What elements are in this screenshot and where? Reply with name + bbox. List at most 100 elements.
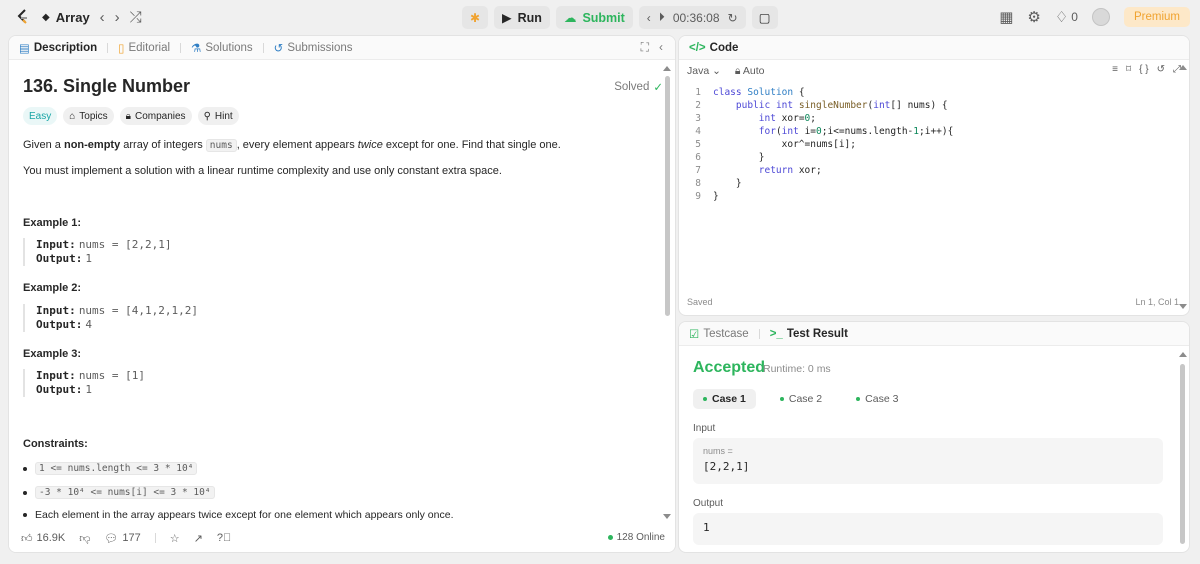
reset-icon[interactable]: ↻ xyxy=(728,11,738,25)
comment-icon: 💬︎ xyxy=(104,532,119,545)
terminal-icon: >_ xyxy=(769,327,783,340)
example-box: Input: nums = [2,2,1] Output: 1 xyxy=(23,238,323,266)
collapse-panel-icon[interactable]: ‹ xyxy=(659,40,663,55)
auto-mode[interactable]: 🔒︎ Auto xyxy=(735,65,765,78)
format-icon[interactable]: ≡ xyxy=(1112,64,1118,75)
constraints-title: Constraints: xyxy=(23,438,88,450)
tab-solutions[interactable]: ⚗ Solutions xyxy=(191,41,253,55)
next-problem-icon[interactable]: › xyxy=(115,10,120,25)
cursor-position: Ln 1, Col 1 xyxy=(1135,297,1179,307)
problem-description: 136. Single Number Solved ✓ Easy ⌂ Topics… xyxy=(23,60,663,530)
timer-value: 00:36:08 xyxy=(672,10,720,25)
maximize-icon[interactable]: ⛶ xyxy=(641,40,649,55)
collapse-timer-icon[interactable]: ‹ xyxy=(647,11,651,25)
difficulty-badge[interactable]: Easy xyxy=(23,107,58,125)
scroll-up-icon[interactable] xyxy=(663,66,671,71)
description-scrollbar[interactable] xyxy=(665,76,670,316)
debug-button[interactable]: ✱ xyxy=(462,6,488,29)
language-select[interactable]: Java ⌄ xyxy=(687,65,721,77)
code-line: 7 return xor; xyxy=(695,165,822,176)
scroll-up-icon[interactable] xyxy=(1179,65,1187,70)
submit-label: Submit xyxy=(582,10,625,25)
code-tab-bar: </> Code xyxy=(679,36,1189,60)
topics-tag[interactable]: ⌂ Topics xyxy=(63,107,114,125)
timer[interactable]: ‹ ⏵ 00:36:08 ↻ xyxy=(638,6,746,29)
list-item: 1 <= nums.length <= 3 * 10⁴ xyxy=(23,462,198,475)
prev-problem-icon[interactable]: ‹ xyxy=(100,10,105,25)
star-icon[interactable]: ☆ xyxy=(170,532,180,545)
runtime-label: Runtime: 0 ms xyxy=(763,363,831,375)
code-panel: </> Code Java ⌄ 🔒︎ Auto ≡ ⌑ { } ↺ ⤢ 1 cla… xyxy=(678,35,1190,316)
like-button[interactable]: 👍︎ 16.9K xyxy=(21,532,65,545)
cloud-upload-icon: ☁ xyxy=(563,11,577,25)
timer-play-icon[interactable]: ⏵ xyxy=(659,10,665,25)
tab-testcase[interactable]: ☑ Testcase xyxy=(689,327,749,341)
tab-case-1[interactable]: Case 1 xyxy=(693,389,756,409)
streak-button[interactable]: ♢ 0 xyxy=(1055,10,1078,25)
top-bar: ◆ Array ‹ › ⤮ ✱ ▶ Run ☁ Submit ‹ ⏵ 00:36… xyxy=(0,0,1200,34)
result-scrollbar[interactable] xyxy=(1180,364,1185,544)
tag-row: Easy ⌂ Topics 🔒︎ Companies ⚲ Hint xyxy=(23,107,239,125)
shuffle-icon[interactable]: ⤮ xyxy=(130,10,142,25)
fire-icon: ♢ xyxy=(1054,8,1069,26)
code-editor[interactable]: 1 class Solution { 2 public int singleNum… xyxy=(679,86,1189,203)
tab-test-result[interactable]: >_ Test Result xyxy=(770,328,848,340)
layout-icon[interactable]: ▦ xyxy=(999,10,1013,25)
input-label: Input xyxy=(693,423,716,434)
premium-button[interactable]: Premium xyxy=(1123,7,1190,27)
reset-code-icon[interactable]: ↺ xyxy=(1157,64,1165,75)
hint-tag[interactable]: ⚲ Hint xyxy=(197,107,239,125)
check-circle-icon: ✓ xyxy=(653,82,663,94)
braces-icon[interactable]: { } xyxy=(1139,64,1148,75)
play-icon: ▶ xyxy=(502,11,512,25)
list-item: Each element in the array appears twice … xyxy=(23,509,454,521)
code-line: 3 int xor=0; xyxy=(695,113,817,124)
tab-submissions[interactable]: ↺ Submissions xyxy=(274,41,353,55)
scroll-down-icon[interactable] xyxy=(1179,304,1187,309)
page-title: 136. Single Number xyxy=(23,76,191,96)
description-panel: ▤ Description ▯ Editorial ⚗ Solutions ↺ … xyxy=(8,35,676,553)
avatar[interactable] xyxy=(1091,8,1110,26)
thumbs-down-icon: 👎︎ xyxy=(79,532,91,545)
scroll-down-icon[interactable] xyxy=(663,514,671,519)
tab-case-3[interactable]: Case 3 xyxy=(846,389,908,409)
example-title: Example 1: xyxy=(23,217,82,229)
online-count: 128 Online xyxy=(607,532,665,543)
lock-icon: 🔒︎ xyxy=(125,110,131,122)
code-line: 1 class Solution { xyxy=(695,87,805,98)
tab-description[interactable]: ▤ Description xyxy=(19,41,97,55)
help-icon[interactable]: ?⃝ xyxy=(217,532,231,544)
code-line: 8 } xyxy=(695,178,742,189)
output-label: Output xyxy=(693,498,724,509)
list-item: -3 * 10⁴ <= nums[i] <= 3 * 10⁴ xyxy=(23,486,215,499)
problem-list-button[interactable]: ◆ Array xyxy=(42,10,90,25)
tab-code[interactable]: </> Code xyxy=(689,42,738,54)
history-icon: ↺ xyxy=(273,42,284,55)
example-box: Input: nums = [1] Output: 1 xyxy=(23,369,323,397)
book-icon: ▯ xyxy=(118,42,125,55)
gear-icon[interactable]: ⚙ xyxy=(1027,10,1040,25)
comments-button[interactable]: 💬︎ 177 xyxy=(104,532,140,545)
notes-button[interactable]: ▢ xyxy=(751,6,778,29)
variable-label: nums = xyxy=(703,446,733,456)
companies-tag[interactable]: 🔒︎ Companies xyxy=(119,107,192,125)
bookmark-icon[interactable]: ⌑ xyxy=(1126,64,1131,75)
output-value: 1 xyxy=(703,521,710,534)
tab-case-2[interactable]: Case 2 xyxy=(770,389,832,409)
scroll-up-icon[interactable] xyxy=(1179,352,1187,357)
online-dot-icon xyxy=(607,535,613,540)
description-icon: ▤ xyxy=(19,42,30,55)
dislike-button[interactable]: 👎︎ xyxy=(79,532,90,545)
share-icon[interactable]: ↗ xyxy=(194,532,203,545)
tab-editorial[interactable]: ▯ Editorial xyxy=(118,41,170,55)
run-button[interactable]: ▶ Run xyxy=(494,6,550,29)
status-badge: Accepted xyxy=(693,359,766,376)
example-title: Example 2: xyxy=(23,282,82,294)
leetcode-logo-icon[interactable] xyxy=(14,8,32,26)
code-line: 5 xor^=nums[i]; xyxy=(695,139,856,150)
solved-badge: Solved ✓ xyxy=(614,81,663,94)
code-icon: </> xyxy=(689,41,706,54)
chevron-down-icon: ⌄ xyxy=(712,65,721,77)
lock-icon: 🔒︎ xyxy=(734,64,741,77)
submit-button[interactable]: ☁ Submit xyxy=(555,6,633,29)
